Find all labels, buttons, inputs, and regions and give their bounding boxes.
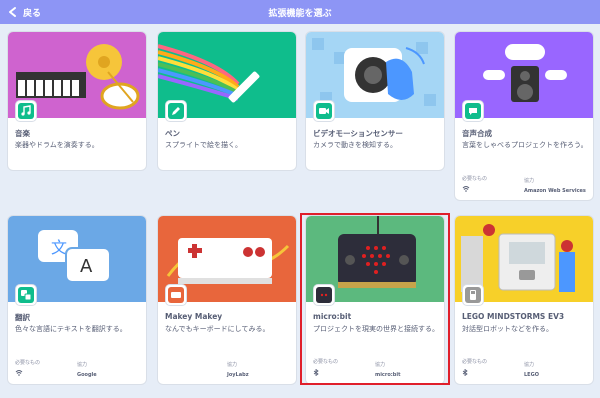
translate-icon <box>18 287 34 303</box>
card-name: 翻訳 <box>15 313 30 322</box>
selection-highlight-box <box>300 213 450 385</box>
translate-icon-box <box>15 284 37 306</box>
collab-label: 協力 <box>227 362 238 368</box>
requires-label: 必要なもの <box>15 360 41 366</box>
lego-icon-box <box>462 284 484 306</box>
svg-text:文: 文 <box>51 238 67 257</box>
collab-label: 協力 <box>524 362 535 368</box>
extension-card-lego-ev3[interactable]: LEGO MINDSTORMS EV3 対話型ロボットなどを作る。 必要なもの … <box>454 215 594 385</box>
extension-card-music[interactable]: 音楽 楽器やドラムを演奏する。 <box>7 31 147 171</box>
extension-card-makey-makey[interactable]: Makey Makey なんでもキーボードにしてみる。 協力 JoyLabz <box>157 215 297 385</box>
requires-label: 必要なもの <box>462 176 488 182</box>
makey-icon-box <box>165 284 187 306</box>
collaborator: JoyLabz <box>227 372 249 378</box>
music-icon-box <box>15 100 37 122</box>
extension-card-text-to-speech[interactable]: 音声合成 言葉をしゃべるプロジェクトを作ろう。 必要なもの 協力 Amazon … <box>454 31 594 201</box>
extension-card-translate[interactable]: 文 A 翻訳 色々な言語にテキストを翻訳する。 必要なもの 協力 Google <box>7 215 147 385</box>
wifi-icon <box>462 186 487 194</box>
page-title: 拡張機能を選ぶ <box>268 9 332 19</box>
wifi-icon <box>15 370 40 378</box>
tts-icon-box <box>462 100 484 122</box>
collaborator: Amazon Web Services <box>524 188 586 194</box>
collaborator: Google <box>77 372 97 378</box>
pen-icon <box>168 103 184 119</box>
card-name: ビデオモーションセンサー <box>313 129 403 138</box>
pen-icon-box <box>165 100 187 122</box>
video-camera-icon <box>316 103 332 119</box>
header-bar: 戻る 拡張機能を選ぶ <box>0 0 600 24</box>
collaborator: LEGO <box>524 372 539 378</box>
card-name: 音声合成 <box>462 129 492 138</box>
card-description: 言葉をしゃべるプロジェクトを作ろう。 <box>462 141 588 149</box>
collab-block: 協力 Google <box>77 361 97 378</box>
requires-block: 必要なもの <box>15 359 40 378</box>
video-icon-box <box>313 100 335 122</box>
card-description: スプライトで絵を描く。 <box>165 141 242 149</box>
collab-block: 協力 LEGO <box>524 361 539 378</box>
speech-bubble-icon <box>465 103 481 119</box>
bluetooth-icon <box>462 368 487 378</box>
collab-block: 協力 Amazon Web Services <box>524 177 586 194</box>
requires-block: 必要なもの <box>462 358 487 378</box>
card-name: LEGO MINDSTORMS EV3 <box>462 312 565 321</box>
extension-card-video-sensing[interactable]: ビデオモーションセンサー カメラで動きを検知する。 <box>305 31 445 171</box>
makey-board-icon <box>168 287 184 303</box>
svg-text:A: A <box>80 256 93 277</box>
music-note-icon <box>18 103 34 119</box>
card-description: 色々な言語にテキストを翻訳する。 <box>15 325 127 333</box>
collab-block: 協力 JoyLabz <box>227 361 249 378</box>
card-description: なんでもキーボードにしてみる。 <box>165 325 270 333</box>
card-name: ペン <box>165 129 180 138</box>
card-name: Makey Makey <box>165 312 223 321</box>
card-description: 楽器やドラムを演奏する。 <box>15 141 99 149</box>
collab-label: 協力 <box>77 362 88 368</box>
card-name: 音楽 <box>15 129 30 138</box>
card-description: 対話型ロボットなどを作る。 <box>462 325 553 333</box>
collab-label: 協力 <box>524 178 535 184</box>
requires-block: 必要なもの <box>462 175 487 194</box>
ev3-brick-icon <box>465 287 481 303</box>
card-description: カメラで動きを検知する。 <box>313 141 397 149</box>
requires-label: 必要なもの <box>462 359 488 365</box>
extension-card-pen[interactable]: ペン スプライトで絵を描く。 <box>157 31 297 171</box>
